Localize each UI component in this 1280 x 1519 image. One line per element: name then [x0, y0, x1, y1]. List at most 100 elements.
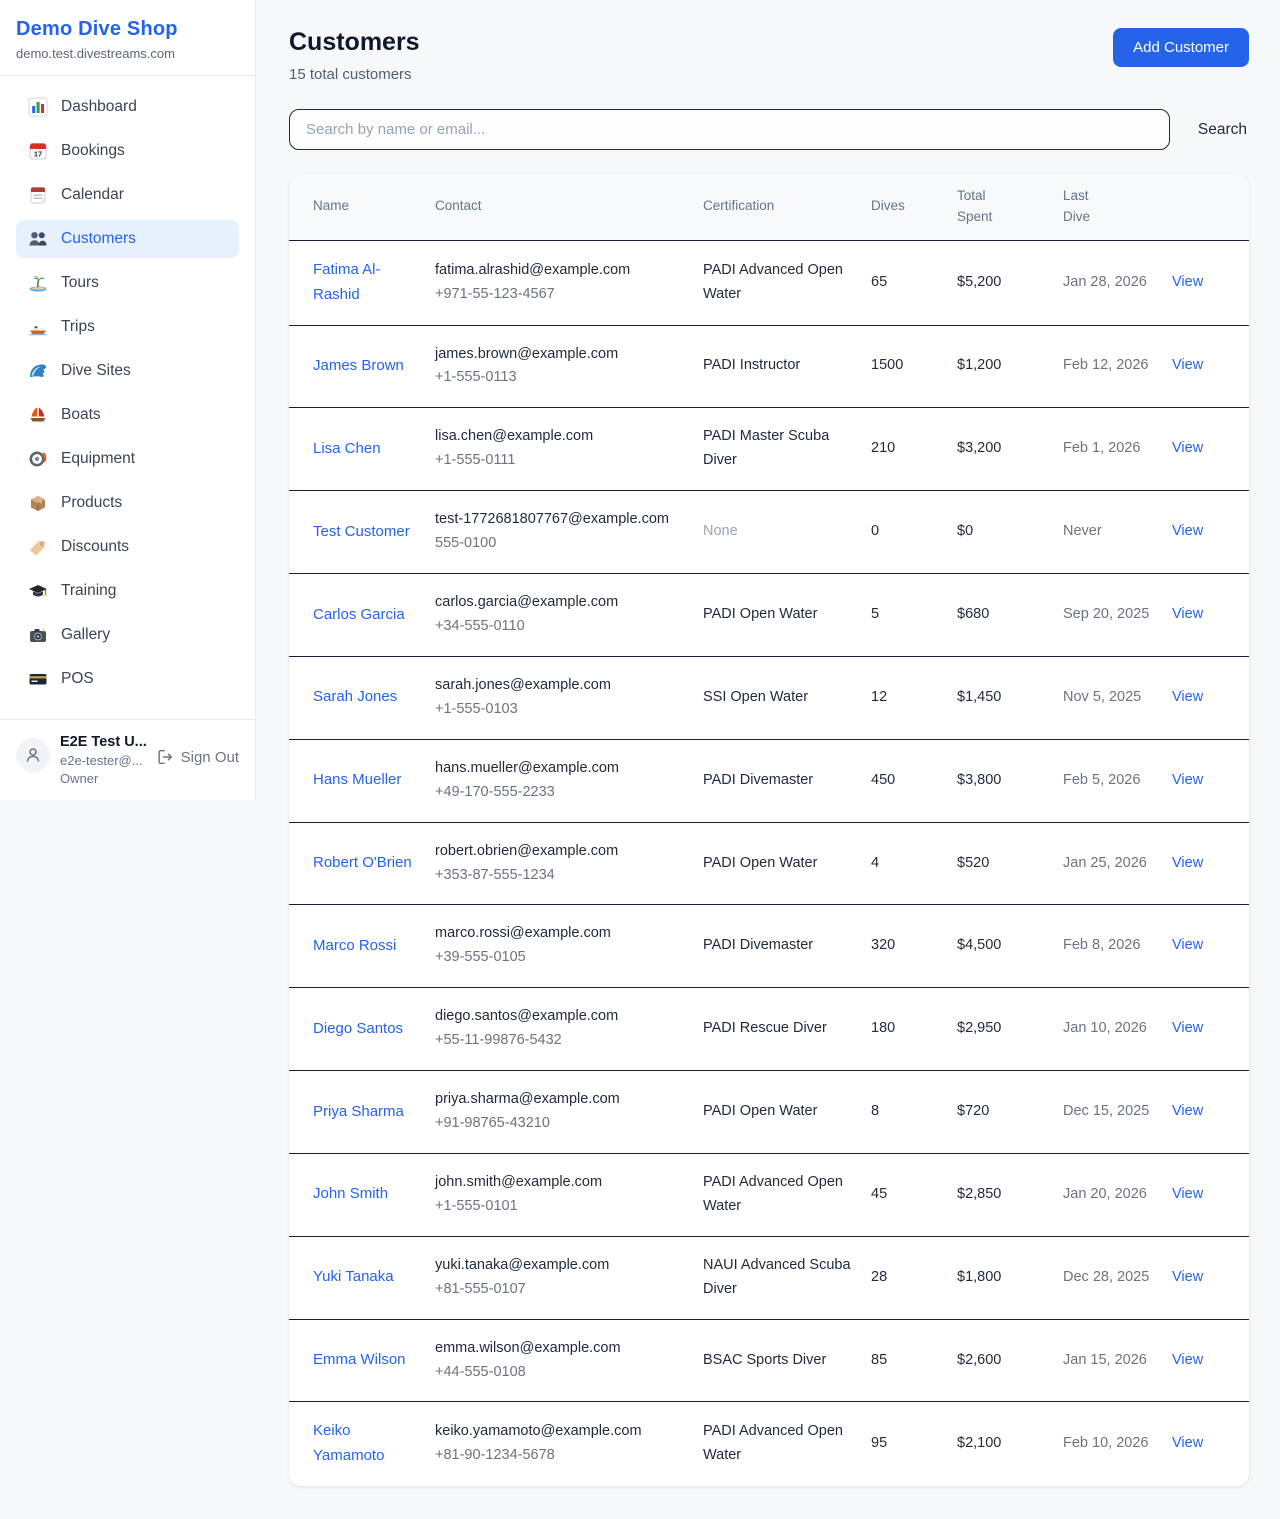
- customer-dives: 4: [871, 855, 879, 871]
- customer-total-spent: $2,600: [957, 1352, 1001, 1368]
- sidebar-item-boats[interactable]: Boats: [16, 396, 239, 434]
- sidebar: Demo Dive Shop demo.test.divestreams.com…: [0, 0, 256, 800]
- column-header-certification: Certification: [703, 174, 871, 240]
- sidebar-item-discounts[interactable]: Discounts: [16, 528, 239, 566]
- sidebar-item-training[interactable]: Training: [16, 572, 239, 610]
- customer-last-dive: Jan 15, 2026: [1063, 1352, 1147, 1368]
- tours-icon: [28, 273, 48, 293]
- sidebar-item-equipment[interactable]: Equipment: [16, 440, 239, 478]
- sidebar-item-dashboard[interactable]: Dashboard: [16, 88, 239, 126]
- customer-total-spent: $3,200: [957, 440, 1001, 456]
- view-link[interactable]: View: [1172, 689, 1203, 705]
- table-row: Marco Rossi marco.rossi@example.com +39-…: [289, 905, 1249, 988]
- customer-email: james.brown@example.com: [435, 343, 691, 367]
- sidebar-item-customers[interactable]: Customers: [16, 220, 239, 258]
- customer-name-link[interactable]: Test Customer: [313, 520, 410, 545]
- view-link[interactable]: View: [1172, 357, 1203, 373]
- customer-name-link[interactable]: Sarah Jones: [313, 685, 397, 710]
- view-link[interactable]: View: [1172, 1435, 1203, 1451]
- view-link[interactable]: View: [1172, 1020, 1203, 1036]
- customer-name-link[interactable]: Marco Rossi: [313, 934, 396, 959]
- customer-dives: 0: [871, 523, 879, 539]
- customer-name-link[interactable]: John Smith: [313, 1182, 388, 1207]
- sidebar-item-calendar[interactable]: Calendar: [16, 176, 239, 214]
- customers-table-card: Name Contact Certification Dives Total S…: [289, 174, 1249, 1486]
- customer-certification: PADI Open Water: [703, 855, 817, 871]
- sidebar-item-products[interactable]: Products: [16, 484, 239, 522]
- customer-total-spent: $720: [957, 1103, 989, 1119]
- view-link[interactable]: View: [1172, 523, 1203, 539]
- search-button[interactable]: Search: [1196, 117, 1249, 143]
- customer-phone: +353-87-555-1234: [435, 864, 691, 888]
- table-row: Fatima Al-Rashid fatima.alrashid@example…: [289, 240, 1249, 325]
- customer-name-link[interactable]: James Brown: [313, 354, 404, 379]
- customer-name-link[interactable]: Diego Santos: [313, 1017, 403, 1042]
- customer-name-link[interactable]: Fatima Al-Rashid: [313, 258, 423, 308]
- view-link[interactable]: View: [1172, 772, 1203, 788]
- sidebar-item-tours[interactable]: Tours: [16, 264, 239, 302]
- customer-dives: 65: [871, 274, 887, 290]
- customer-email: john.smith@example.com: [435, 1171, 691, 1195]
- customers-table: Name Contact Certification Dives Total S…: [289, 174, 1249, 1486]
- customer-name-link[interactable]: Priya Sharma: [313, 1100, 404, 1125]
- customer-certification: PADI Divemaster: [703, 937, 813, 953]
- view-link[interactable]: View: [1172, 440, 1203, 456]
- sign-out-icon: [156, 748, 174, 766]
- table-row: Emma Wilson emma.wilson@example.com +44-…: [289, 1319, 1249, 1402]
- sidebar-item-bookings[interactable]: Bookings: [16, 132, 239, 170]
- sidebar-item-trips[interactable]: Trips: [16, 308, 239, 346]
- customer-phone: +971-55-123-4567: [435, 283, 691, 307]
- view-link[interactable]: View: [1172, 1352, 1203, 1368]
- customer-email: emma.wilson@example.com: [435, 1337, 691, 1361]
- gallery-icon: [28, 625, 48, 645]
- customer-certification: None: [703, 523, 738, 539]
- view-link[interactable]: View: [1172, 1186, 1203, 1202]
- customer-certification: PADI Rescue Diver: [703, 1020, 827, 1036]
- view-link[interactable]: View: [1172, 1103, 1203, 1119]
- customer-name-link[interactable]: Yuki Tanaka: [313, 1265, 394, 1290]
- table-row: Sarah Jones sarah.jones@example.com +1-5…: [289, 656, 1249, 739]
- customer-last-dive: Jan 10, 2026: [1063, 1020, 1147, 1036]
- add-customer-button[interactable]: Add Customer: [1113, 28, 1249, 67]
- customer-phone: +81-555-0107: [435, 1278, 691, 1302]
- dashboard-icon: [28, 97, 48, 117]
- customer-name-link[interactable]: Hans Mueller: [313, 768, 401, 793]
- customer-email: priya.sharma@example.com: [435, 1088, 691, 1112]
- products-icon: [28, 493, 48, 513]
- view-link[interactable]: View: [1172, 937, 1203, 953]
- user-name: E2E Test U...: [60, 734, 146, 750]
- customer-name-link[interactable]: Lisa Chen: [313, 437, 381, 462]
- user-box: E2E Test U... e2e-tester@... Owner Sign …: [0, 719, 255, 800]
- customer-email: test-1772681807767@example.com: [435, 508, 691, 532]
- view-link[interactable]: View: [1172, 606, 1203, 622]
- view-link[interactable]: View: [1172, 1269, 1203, 1285]
- sidebar-item-gallery[interactable]: Gallery: [16, 616, 239, 654]
- shop-name[interactable]: Demo Dive Shop: [16, 18, 239, 41]
- customer-name-link[interactable]: Keiko Yamamoto: [313, 1419, 423, 1469]
- pos-icon: [28, 669, 48, 689]
- customer-last-dive: Never: [1063, 523, 1102, 539]
- view-link[interactable]: View: [1172, 274, 1203, 290]
- search-input[interactable]: [289, 109, 1170, 150]
- customer-last-dive: Sep 20, 2025: [1063, 606, 1149, 622]
- customer-phone: +1-555-0103: [435, 698, 691, 722]
- customer-name-link[interactable]: Robert O'Brien: [313, 851, 412, 876]
- sign-out-button[interactable]: Sign Out: [156, 748, 239, 766]
- view-link[interactable]: View: [1172, 855, 1203, 871]
- customer-last-dive: Dec 28, 2025: [1063, 1269, 1149, 1285]
- customer-certification: NAUI Advanced Scuba Diver: [703, 1257, 851, 1297]
- customer-name-link[interactable]: Carlos Garcia: [313, 603, 405, 628]
- customer-name-link[interactable]: Emma Wilson: [313, 1348, 406, 1373]
- sidebar-item-dive-sites[interactable]: Dive Sites: [16, 352, 239, 390]
- customer-dives: 1500: [871, 357, 903, 373]
- bookings-icon: [28, 141, 48, 161]
- customer-email: fatima.alrashid@example.com: [435, 259, 691, 283]
- main-content: Customers 15 total customers Add Custome…: [256, 0, 1280, 1519]
- customer-email: lisa.chen@example.com: [435, 425, 691, 449]
- sidebar-item-pos[interactable]: POS: [16, 660, 239, 698]
- table-header-row: Name Contact Certification Dives Total S…: [289, 174, 1249, 240]
- customer-dives: 85: [871, 1352, 887, 1368]
- customer-phone: +44-555-0108: [435, 1361, 691, 1385]
- calendar-icon: [28, 185, 48, 205]
- customer-dives: 12: [871, 689, 887, 705]
